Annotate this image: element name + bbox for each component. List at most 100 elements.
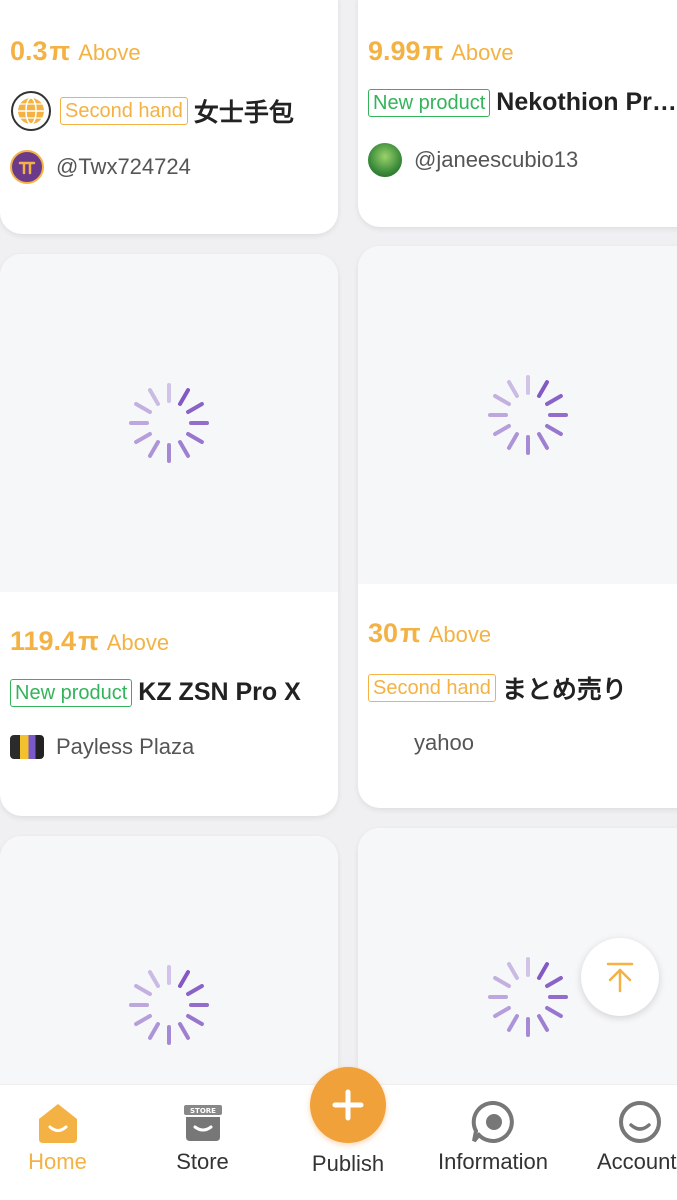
spinner-ray bbox=[536, 379, 550, 399]
spinner-ray bbox=[492, 1005, 512, 1019]
seller-row[interactable]: @janeescubio13 bbox=[368, 143, 578, 177]
spinner-ray bbox=[492, 393, 512, 407]
tab-label: Information bbox=[437, 1149, 549, 1174]
title-row: Second hand まとめ売り bbox=[368, 670, 677, 706]
tab-account[interactable]: Account bbox=[581, 1085, 677, 1200]
spinner-ray bbox=[544, 393, 564, 407]
loading-spinner-icon bbox=[129, 383, 209, 463]
title-row: Second hand 女士手包 bbox=[10, 90, 328, 132]
spinner-ray bbox=[147, 969, 161, 989]
spinner-ray bbox=[185, 401, 205, 415]
spinner-ray bbox=[526, 957, 530, 977]
spinner-ray bbox=[133, 1013, 153, 1027]
spinner-ray bbox=[544, 975, 564, 989]
spinner-ray bbox=[133, 983, 153, 997]
seller-row[interactable]: Payless Plaza bbox=[10, 734, 194, 760]
plus-icon bbox=[329, 1086, 367, 1124]
seller-row[interactable]: yahoo bbox=[368, 726, 474, 760]
seller-name: Payless Plaza bbox=[56, 734, 195, 759]
message-icon bbox=[470, 1099, 516, 1145]
tab-home[interactable]: Home bbox=[0, 1085, 115, 1200]
tab-store[interactable]: STORE Store bbox=[145, 1085, 260, 1200]
currency-symbol: π bbox=[49, 36, 71, 66]
loading-spinner-icon bbox=[129, 965, 209, 1045]
condition-tag: New product bbox=[10, 678, 133, 707]
globe-icon bbox=[10, 90, 52, 132]
seller-avatar-icon bbox=[368, 143, 402, 177]
seller-avatar-icon bbox=[368, 726, 402, 760]
spinner-ray bbox=[526, 375, 530, 395]
pi-avatar-icon bbox=[10, 150, 44, 184]
publish-button[interactable] bbox=[310, 1067, 386, 1143]
condition-tag: Second hand bbox=[368, 674, 496, 702]
tab-label: Account bbox=[597, 1149, 677, 1174]
spinner-ray bbox=[536, 431, 550, 451]
arrow-up-to-top-icon bbox=[602, 959, 638, 995]
spinner-ray bbox=[506, 1013, 520, 1033]
spinner-ray bbox=[185, 983, 205, 997]
price: 9.99 bbox=[368, 36, 421, 66]
spinner-ray bbox=[185, 1013, 205, 1027]
spinner-ray bbox=[526, 1017, 530, 1037]
title-row: New product Nekothion Pro Max bbox=[368, 88, 677, 117]
spinner-ray bbox=[185, 431, 205, 445]
product-card[interactable]: 30 π Above Second hand まとめ売り yahoo bbox=[358, 246, 677, 808]
title-row: New product KZ ZSN Pro X bbox=[10, 678, 328, 707]
product-image-loading bbox=[0, 254, 338, 592]
spinner-ray bbox=[506, 961, 520, 981]
spinner-ray bbox=[177, 969, 191, 989]
above-label: Above bbox=[451, 40, 514, 65]
spinner-ray bbox=[167, 1025, 171, 1045]
spinner-ray bbox=[177, 387, 191, 407]
spinner-ray bbox=[129, 1003, 149, 1007]
seller-name: yahoo bbox=[414, 730, 474, 755]
spinner-ray bbox=[536, 961, 550, 981]
above-label: Above bbox=[106, 630, 170, 655]
price-row: 0.3 π Above bbox=[10, 36, 141, 67]
seller-name: @janeescubio13 bbox=[414, 147, 579, 172]
condition-tag: New product bbox=[368, 88, 491, 117]
price-row: 119.4 π Above bbox=[10, 626, 169, 657]
spinner-ray bbox=[526, 435, 530, 455]
seller-name: @Twx724724 bbox=[56, 154, 191, 179]
price: 0.3 bbox=[10, 36, 48, 66]
seller-row[interactable]: @Twx724724 bbox=[10, 150, 191, 184]
svg-text:STORE: STORE bbox=[190, 1107, 216, 1115]
above-label: Above bbox=[78, 40, 141, 65]
price-row: 9.99 π Above bbox=[368, 36, 514, 67]
currency-symbol: π bbox=[78, 626, 99, 656]
back-to-top-button[interactable] bbox=[581, 938, 659, 1016]
product-card[interactable]: 119.4 π Above New product KZ ZSN Pro X P… bbox=[0, 254, 338, 816]
spinner-ray bbox=[506, 379, 520, 399]
price: 119.4 bbox=[10, 626, 77, 656]
spinner-ray bbox=[133, 401, 153, 415]
spinner-ray bbox=[167, 383, 171, 403]
spinner-ray bbox=[506, 431, 520, 451]
product-card[interactable]: 9.99 π Above New product Nekothion Pro M… bbox=[358, 0, 677, 227]
spinner-ray bbox=[167, 443, 171, 463]
store-icon: STORE bbox=[180, 1099, 226, 1145]
spinner-ray bbox=[544, 423, 564, 437]
product-title: KZ ZSN Pro X bbox=[138, 678, 301, 706]
spinner-ray bbox=[488, 995, 508, 999]
loading-spinner-icon bbox=[488, 375, 568, 455]
currency-symbol: π bbox=[400, 618, 421, 648]
spinner-ray bbox=[147, 1021, 161, 1041]
spinner-ray bbox=[548, 995, 568, 999]
tab-information[interactable]: Information bbox=[435, 1085, 551, 1200]
spinner-ray bbox=[167, 965, 171, 985]
spinner-ray bbox=[147, 387, 161, 407]
product-title: まとめ売り bbox=[501, 676, 627, 704]
spinner-ray bbox=[488, 413, 508, 417]
tab-label: Store bbox=[176, 1149, 229, 1174]
loading-spinner-icon bbox=[488, 957, 568, 1037]
product-image-loading bbox=[358, 246, 677, 584]
product-title: 女士手包 bbox=[193, 99, 294, 127]
spinner-ray bbox=[129, 421, 149, 425]
spinner-ray bbox=[544, 1005, 564, 1019]
product-card[interactable]: 0.3 π Above Second hand 女士手包 @Twx724724 bbox=[0, 0, 338, 234]
price-row: 30 π Above bbox=[368, 618, 491, 649]
condition-tag: Second hand bbox=[60, 97, 188, 125]
account-icon bbox=[617, 1099, 663, 1145]
tab-label: Publish bbox=[311, 1151, 385, 1176]
